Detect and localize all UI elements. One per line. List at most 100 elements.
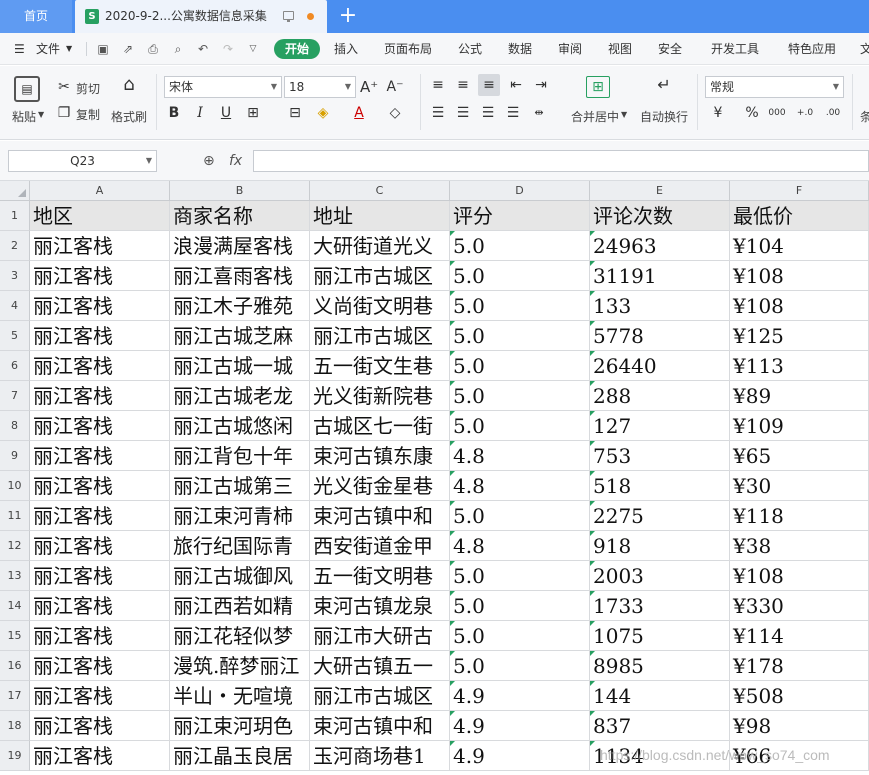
- table-cell[interactable]: 5.0: [450, 501, 590, 531]
- table-cell[interactable]: 丽江背包十年: [170, 441, 310, 471]
- table-cell[interactable]: ¥108: [730, 291, 869, 321]
- menu-review[interactable]: 审阅: [558, 33, 582, 65]
- table-cell[interactable]: ¥38: [730, 531, 869, 561]
- table-cell[interactable]: 144: [590, 681, 730, 711]
- table-cell[interactable]: 束河古镇中和: [310, 501, 450, 531]
- table-cell[interactable]: 837: [590, 711, 730, 741]
- table-cell[interactable]: 133: [590, 291, 730, 321]
- table-cell[interactable]: 5.0: [450, 261, 590, 291]
- percent-icon[interactable]: %: [744, 104, 760, 122]
- column-header-a[interactable]: A: [30, 181, 170, 201]
- table-cell[interactable]: 4.8: [450, 441, 590, 471]
- row-header[interactable]: 2: [0, 231, 30, 261]
- font-name-select[interactable]: 宋体 ▼: [164, 76, 282, 98]
- table-cell[interactable]: 丽江市古城区: [310, 321, 450, 351]
- table-cell[interactable]: 丽江西若如精: [170, 591, 310, 621]
- table-cell[interactable]: 丽江客栈: [30, 651, 170, 681]
- menu-data[interactable]: 数据: [508, 33, 532, 65]
- align-right-icon[interactable]: ☰: [480, 104, 496, 122]
- wrap-text-button[interactable]: 自动换行: [640, 108, 688, 125]
- menu-security[interactable]: 安全: [658, 33, 682, 65]
- menu-file[interactable]: 文件: [36, 33, 60, 65]
- column-header-c[interactable]: C: [310, 181, 450, 201]
- font-color-icon[interactable]: A: [350, 104, 368, 122]
- table-cell[interactable]: ¥108: [730, 261, 869, 291]
- row-header[interactable]: 16: [0, 651, 30, 681]
- table-cell[interactable]: 丽江古城悠闲: [170, 411, 310, 441]
- table-cell[interactable]: 丽江古城芝麻: [170, 321, 310, 351]
- thousands-icon[interactable]: 000: [768, 104, 786, 122]
- table-cell[interactable]: 5.0: [450, 651, 590, 681]
- merge-cells-icon[interactable]: ⊟: [286, 104, 304, 122]
- row-header[interactable]: 13: [0, 561, 30, 591]
- table-cell[interactable]: 光义街新院巷: [310, 381, 450, 411]
- decrease-decimal-icon[interactable]: .00: [824, 104, 842, 122]
- table-cell[interactable]: 2275: [590, 501, 730, 531]
- print-preview-icon[interactable]: ⌕: [171, 42, 185, 56]
- font-size-select[interactable]: 18 ▼: [284, 76, 356, 98]
- fx-icon[interactable]: fx: [229, 150, 242, 172]
- table-cell[interactable]: 4.9: [450, 741, 590, 771]
- table-cell[interactable]: 5.0: [450, 351, 590, 381]
- chevron-down-icon[interactable]: ▼: [66, 33, 72, 65]
- header-cell[interactable]: 商家名称: [170, 201, 310, 231]
- table-cell[interactable]: 丽江客栈: [30, 741, 170, 771]
- table-cell[interactable]: ¥330: [730, 591, 869, 621]
- table-cell[interactable]: 束河古镇东康: [310, 441, 450, 471]
- row-header[interactable]: 6: [0, 351, 30, 381]
- table-cell[interactable]: 丽江客栈: [30, 681, 170, 711]
- paste-button[interactable]: 粘贴: [12, 108, 36, 125]
- table-cell[interactable]: 丽江市古城区: [310, 681, 450, 711]
- table-cell[interactable]: 8985: [590, 651, 730, 681]
- table-cell[interactable]: 丽江客栈: [30, 591, 170, 621]
- fill-color-icon[interactable]: ◈: [314, 104, 332, 122]
- table-cell[interactable]: 丽江古城老龙: [170, 381, 310, 411]
- align-middle-icon[interactable]: ≡: [455, 76, 471, 94]
- row-header[interactable]: 17: [0, 681, 30, 711]
- table-cell[interactable]: 518: [590, 471, 730, 501]
- increase-decimal-icon[interactable]: +.0: [796, 104, 814, 122]
- table-cell[interactable]: 丽江客栈: [30, 261, 170, 291]
- decrease-font-icon[interactable]: A⁻: [386, 78, 404, 96]
- table-cell[interactable]: 丽江客栈: [30, 531, 170, 561]
- table-cell[interactable]: 玉河商场巷1: [310, 741, 450, 771]
- row-header[interactable]: 19: [0, 741, 30, 771]
- table-cell[interactable]: ¥89: [730, 381, 869, 411]
- table-cell[interactable]: 5.0: [450, 381, 590, 411]
- distribute-icon[interactable]: ⇹: [530, 104, 548, 122]
- row-header[interactable]: 9: [0, 441, 30, 471]
- table-cell[interactable]: 丽江市古城区: [310, 261, 450, 291]
- table-cell[interactable]: 24963: [590, 231, 730, 261]
- table-cell[interactable]: 束河古镇中和: [310, 711, 450, 741]
- chevron-down-icon[interactable]: ▼: [38, 110, 44, 119]
- header-cell[interactable]: 地区: [30, 201, 170, 231]
- table-cell[interactable]: 义尚街文明巷: [310, 291, 450, 321]
- cut-button[interactable]: 剪切: [76, 80, 100, 97]
- table-cell[interactable]: 127: [590, 411, 730, 441]
- align-center-icon[interactable]: ☰: [455, 104, 471, 122]
- table-cell[interactable]: 丽江古城御风: [170, 561, 310, 591]
- table-cell[interactable]: 31191: [590, 261, 730, 291]
- currency-icon[interactable]: ¥: [708, 104, 728, 122]
- table-cell[interactable]: 五一街文明巷: [310, 561, 450, 591]
- table-cell[interactable]: 丽江木子雅苑: [170, 291, 310, 321]
- table-cell[interactable]: 丽江客栈: [30, 411, 170, 441]
- chevron-down-icon[interactable]: ▼: [621, 110, 627, 119]
- row-header[interactable]: 15: [0, 621, 30, 651]
- row-header[interactable]: 10: [0, 471, 30, 501]
- save-icon[interactable]: ▣: [96, 42, 110, 56]
- table-cell[interactable]: 束河古镇龙泉: [310, 591, 450, 621]
- tab-document[interactable]: S 2020-9-2...公寓数据信息采集: [75, 0, 327, 33]
- menu-formulas[interactable]: 公式: [458, 33, 482, 65]
- row-header[interactable]: 5: [0, 321, 30, 351]
- column-header-b[interactable]: B: [170, 181, 310, 201]
- merge-center-button[interactable]: 合并居中: [571, 108, 619, 125]
- menu-page-layout[interactable]: 页面布局: [384, 33, 432, 65]
- paste-icon[interactable]: ▤: [14, 76, 40, 102]
- row-header[interactable]: 3: [0, 261, 30, 291]
- table-cell[interactable]: 光义街金星巷: [310, 471, 450, 501]
- table-cell[interactable]: 丽江束河青柿: [170, 501, 310, 531]
- table-cell[interactable]: 5.0: [450, 411, 590, 441]
- table-cell[interactable]: 丽江客栈: [30, 561, 170, 591]
- table-cell[interactable]: 漫筑.醉梦丽江: [170, 651, 310, 681]
